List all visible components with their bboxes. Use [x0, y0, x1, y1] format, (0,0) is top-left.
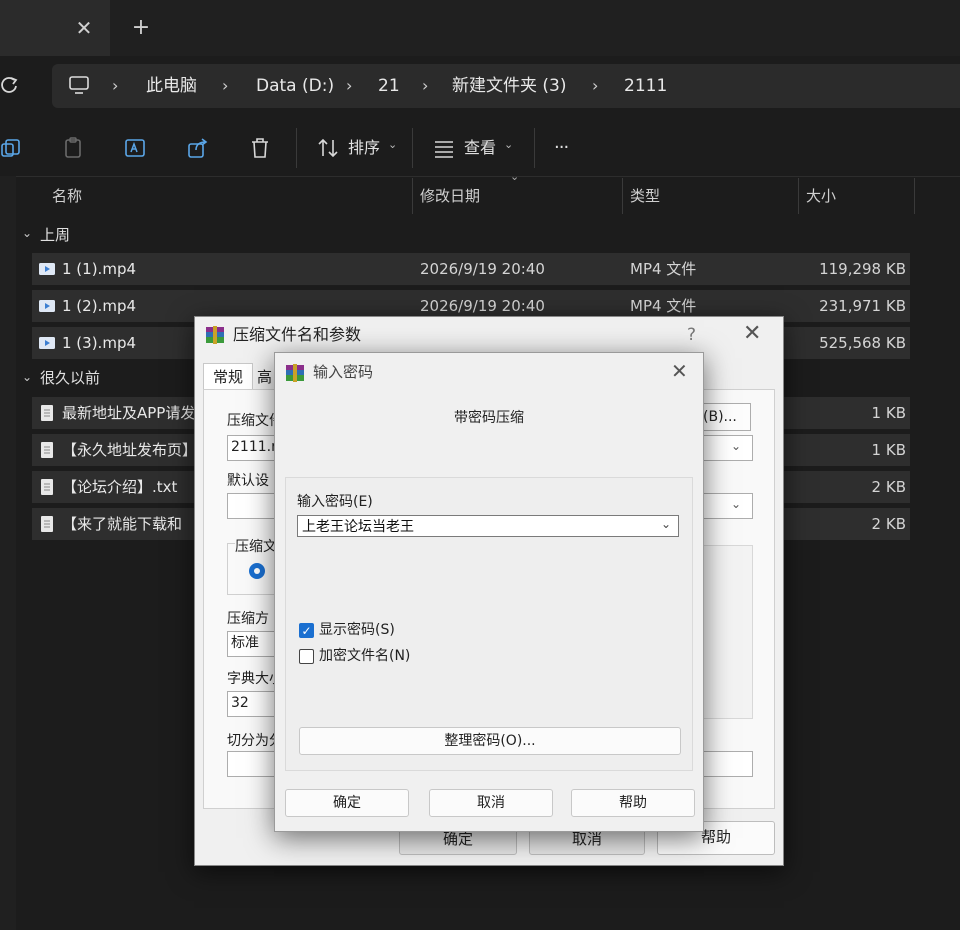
breadcrumb-2111[interactable]: 2111 [624, 74, 667, 98]
file-type: MP4 文件 [630, 260, 697, 278]
text-file-icon [41, 405, 53, 421]
file-size: 1 KB [871, 404, 906, 422]
enter-password-dialog: 输入密码 ✕ 带密码压缩 输入密码(E) 上老王论坛当老王 ⌄ ✓ 显示密码(S… [274, 352, 704, 832]
share-icon[interactable] [186, 136, 210, 160]
paste-icon[interactable] [62, 136, 86, 160]
breadcrumb-drive[interactable]: Data (D:) [256, 74, 334, 98]
file-size: 2 KB [871, 478, 906, 496]
file-row[interactable]: 1 (1).mp4 2026/9/19 20:40 MP4 文件 119,298… [32, 253, 910, 285]
help-icon[interactable]: ? [687, 323, 696, 347]
file-size: 119,298 KB [819, 260, 906, 278]
file-size: 525,568 KB [819, 334, 906, 352]
breadcrumb-folder-21[interactable]: 21 [378, 74, 400, 98]
group-collapse-chevron-icon[interactable]: ⌄ [22, 226, 32, 240]
encrypt-file-names-checkbox[interactable] [299, 649, 314, 664]
chevron-down-icon: ⌄ [504, 138, 514, 151]
view-icon[interactable] [432, 136, 456, 160]
column-divider [914, 178, 915, 214]
file-name: 【永久地址发布页】 [62, 441, 198, 459]
method-value: 标准 [231, 635, 259, 651]
ok-button[interactable]: 确定 [285, 789, 409, 817]
dictionary-size-value: 32 [231, 695, 249, 711]
navigation-pane-edge [0, 176, 16, 930]
file-size: 1 KB [871, 441, 906, 459]
column-header-type[interactable]: 类型 [630, 184, 660, 208]
archive-name-value: 2111.r [231, 439, 277, 455]
breadcrumb-this-pc[interactable]: 此电脑 [146, 74, 197, 98]
video-file-icon [39, 300, 55, 312]
column-header-size[interactable]: 大小 [806, 184, 836, 208]
group-header-long-ago[interactable]: 很久以前 [40, 367, 100, 389]
refresh-icon[interactable] [0, 72, 22, 98]
toolbar-divider [412, 128, 413, 168]
show-password-label[interactable]: 显示密码(S) [319, 621, 395, 639]
chevron-down-icon[interactable]: ⌄ [661, 517, 671, 531]
column-header-name[interactable]: 名称 [52, 184, 82, 208]
toolbar-divider [534, 128, 535, 168]
file-name: 1 (3).mp4 [62, 334, 137, 352]
more-options-button[interactable]: ··· [554, 136, 569, 160]
tab-general[interactable]: 常规 [203, 363, 253, 390]
close-icon[interactable]: ✕ [671, 359, 688, 383]
chevron-down-icon: ⌄ [731, 497, 742, 511]
breadcrumb-separator: › [222, 76, 229, 95]
video-file-icon [39, 337, 55, 349]
column-divider [798, 178, 799, 214]
cancel-button[interactable]: 取消 [429, 789, 553, 817]
file-modified: 2026/9/19 20:40 [420, 260, 545, 278]
file-size: 231,971 KB [819, 297, 906, 315]
delete-icon[interactable] [248, 136, 272, 160]
encrypt-file-names-label[interactable]: 加密文件名(N) [319, 647, 410, 665]
file-name: 1 (2).mp4 [62, 297, 137, 315]
default-settings-label: 默认设 [227, 473, 269, 489]
column-header-modified[interactable]: 修改日期 [420, 184, 480, 208]
group-header-last-week[interactable]: 上周 [40, 224, 70, 246]
sort-button[interactable]: 排序 [348, 136, 380, 160]
new-tab-icon[interactable]: + [130, 17, 152, 40]
sort-icon[interactable] [316, 136, 340, 160]
dialog-subtitle: 带密码压缩 [454, 410, 524, 426]
sort-indicator-icon: ⌄ [510, 170, 520, 183]
text-file-icon [41, 516, 53, 532]
file-name: 【来了就能下载和 [62, 515, 183, 533]
copy-icon[interactable] [0, 136, 24, 160]
chevron-down-icon: ⌄ [388, 138, 398, 151]
dialog-title: 压缩文件名和参数 [233, 325, 362, 344]
organize-passwords-button[interactable]: 整理密码(O)... [299, 727, 681, 755]
method-label: 压缩方 [227, 611, 269, 627]
rename-icon[interactable] [124, 136, 148, 160]
breadcrumb-separator: › [346, 76, 353, 95]
file-name: 1 (1).mp4 [62, 260, 137, 278]
toolbar-divider [296, 128, 297, 168]
browse-button-label: (B)... [703, 409, 737, 425]
tab-close-icon[interactable]: ✕ [74, 18, 94, 38]
dialog-title: 输入密码 [313, 363, 374, 381]
file-name: 最新地址及APP请发 [62, 404, 196, 422]
video-file-icon [39, 263, 55, 275]
group-collapse-chevron-icon[interactable]: ⌄ [22, 370, 32, 384]
password-input[interactable]: 上老王论坛当老王 [297, 515, 679, 537]
breadcrumb-separator: › [592, 76, 599, 95]
column-divider [622, 178, 623, 214]
file-name: 【论坛介绍】.txt [62, 478, 178, 496]
view-button[interactable]: 查看 [464, 136, 496, 160]
breadcrumb-new-folder[interactable]: 新建文件夹 (3) [452, 74, 566, 98]
winrar-icon [286, 364, 304, 382]
chevron-down-icon: ⌄ [731, 439, 742, 453]
breadcrumb-separator: › [112, 76, 119, 95]
text-file-icon [41, 479, 53, 495]
format-group-label: 压缩文 [235, 537, 277, 557]
column-divider [412, 178, 413, 214]
file-size: 2 KB [871, 515, 906, 533]
show-password-checkbox[interactable]: ✓ [299, 623, 314, 638]
winrar-icon [206, 326, 224, 344]
format-rar-radio[interactable] [249, 563, 265, 579]
breadcrumb-separator: › [422, 76, 429, 95]
close-icon[interactable]: ✕ [743, 321, 761, 347]
help-button[interactable]: 帮助 [571, 789, 695, 817]
password-label: 输入密码(E) [297, 494, 373, 510]
text-file-icon [41, 442, 53, 458]
computer-icon [68, 74, 90, 96]
